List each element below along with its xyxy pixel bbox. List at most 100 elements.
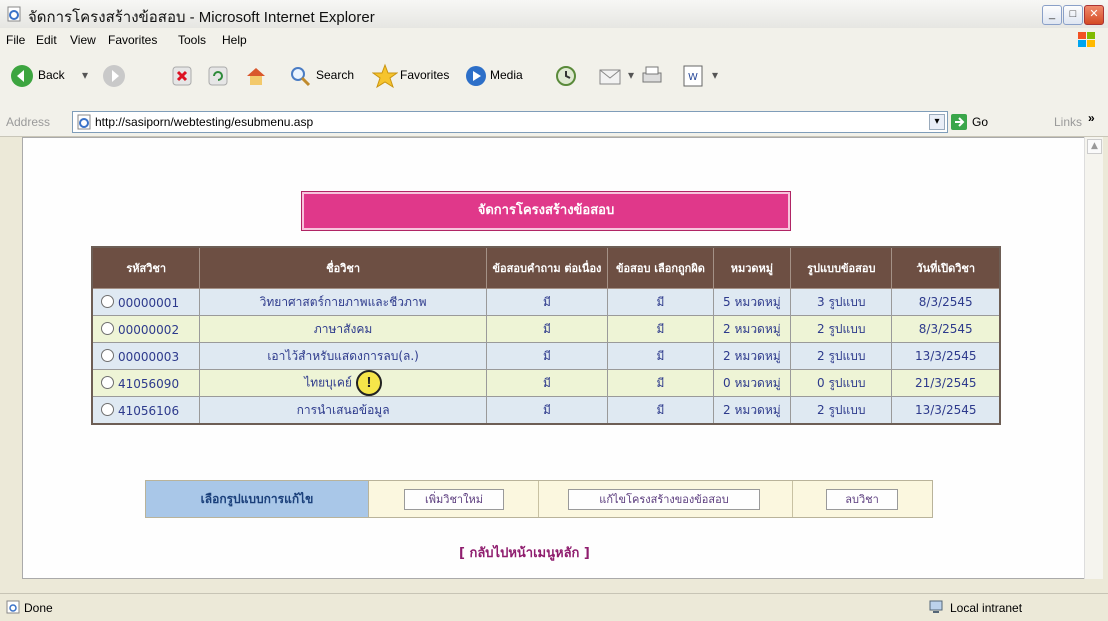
- code-cell[interactable]: 00000002: [91, 315, 201, 343]
- address-input[interactable]: http://sasiporn/webtesting/esubmenu.asp …: [72, 111, 948, 133]
- go-arrow-icon[interactable]: [950, 113, 968, 131]
- category-cell: 2 หมวดหมู่: [712, 342, 792, 370]
- code-value: 00000003: [118, 349, 180, 364]
- address-url: http://sasiporn/webtesting/esubmenu.asp: [95, 115, 314, 129]
- subject-table: รหัสวิชา ชื่อวิชา ข้อสอบคำถาม ต่อเนื่อง …: [91, 246, 1001, 425]
- format-cell: 0 รูปแบบ: [790, 369, 893, 397]
- continuous-cell: มี: [485, 342, 609, 370]
- go-button[interactable]: Go: [972, 115, 988, 129]
- back-dropdown-icon[interactable]: ▾: [82, 68, 88, 82]
- category-cell: 0 หมวดหมู่: [712, 369, 792, 397]
- code-value: 41056090: [118, 376, 180, 391]
- add-cell: เพิ่มวิชาใหม่: [368, 481, 539, 517]
- table-row[interactable]: 41056106 การนำเสนอข้อมูล มี มี 2 หมวดหมู…: [91, 396, 1001, 425]
- window-title: จัดการโครงสร้างข้อสอบ - Microsoft Intern…: [28, 9, 375, 26]
- back-icon[interactable]: [10, 64, 34, 88]
- row-radio[interactable]: [101, 321, 114, 335]
- done-page-icon: [6, 600, 20, 614]
- name-cell: ไทยบุเคย์!: [199, 369, 487, 397]
- row-radio[interactable]: [101, 402, 114, 416]
- row-radio[interactable]: [101, 375, 114, 389]
- edit-word-icon[interactable]: W: [682, 64, 704, 88]
- action-panel: เลือกรูปแบบการแก้ไข เพิ่มวิชาใหม่ แก้ไขโ…: [145, 480, 933, 518]
- continuous-cell: มี: [485, 315, 609, 343]
- favorites-button[interactable]: Favorites: [400, 68, 449, 82]
- history-icon[interactable]: [554, 64, 578, 88]
- truefalse-cell: มี: [607, 396, 714, 425]
- truefalse-cell: มี: [607, 288, 714, 316]
- table-row[interactable]: 00000001 วิทยาศาสตร์กายภาพและชีวภาพ มี ม…: [91, 288, 1001, 316]
- mail-dropdown-icon[interactable]: ▾: [628, 68, 634, 82]
- code-cell[interactable]: 00000001: [91, 288, 201, 316]
- name-value: ไทยบุเคย์: [304, 375, 352, 390]
- back-to-menu-link[interactable]: [ กลับไปหน้าเมนูหลัก ]: [459, 542, 590, 563]
- menu-edit[interactable]: Edit: [36, 33, 57, 47]
- address-dropdown-icon[interactable]: ▾: [929, 114, 945, 130]
- menu-bar: File Edit View Favorites Tools Help: [0, 28, 1108, 53]
- format-cell: 2 รูปแบบ: [790, 315, 893, 343]
- refresh-icon[interactable]: [208, 66, 228, 86]
- name-cell: เอาไว้สำหรับแสดงการลบ(ล.): [199, 342, 487, 370]
- open-date-cell: 21/3/2545: [891, 369, 1001, 397]
- vertical-scrollbar[interactable]: ▲: [1084, 137, 1103, 579]
- format-cell: 3 รูปแบบ: [790, 288, 893, 316]
- code-value: 00000001: [118, 295, 180, 310]
- category-cell: 2 หมวดหมู่: [712, 396, 792, 425]
- home-icon[interactable]: [244, 64, 268, 88]
- search-button[interactable]: Search: [316, 68, 354, 82]
- name-cell: วิทยาศาสตร์กายภาพและชีวภาพ: [199, 288, 487, 316]
- menu-file[interactable]: File: [6, 33, 25, 47]
- media-icon[interactable]: [464, 64, 488, 88]
- links-chevron-icon[interactable]: »: [1088, 111, 1095, 125]
- edit-cell: แก้ไขโครงสร้างของข้อสอบ: [538, 481, 793, 517]
- stop-icon[interactable]: [172, 66, 192, 86]
- forward-icon[interactable]: [102, 64, 126, 88]
- continuous-cell: มี: [485, 396, 609, 425]
- back-button[interactable]: Back: [38, 68, 65, 82]
- col-category-header: หมวดหมู่: [712, 246, 792, 289]
- add-subject-button[interactable]: เพิ่มวิชาใหม่: [404, 489, 504, 510]
- code-cell[interactable]: 41056106: [91, 396, 201, 425]
- open-date-cell: 13/3/2545: [891, 396, 1001, 425]
- action-label: เลือกรูปแบบการแก้ไข: [146, 481, 369, 517]
- code-cell[interactable]: 41056090: [91, 369, 201, 397]
- menu-tools[interactable]: Tools: [178, 33, 206, 47]
- scroll-up-icon[interactable]: ▲: [1087, 139, 1102, 154]
- truefalse-cell: มี: [607, 369, 714, 397]
- edit-dropdown-icon[interactable]: ▾: [712, 68, 718, 82]
- row-radio[interactable]: [101, 348, 114, 362]
- title-bar: จัดการโครงสร้างข้อสอบ - Microsoft Intern…: [0, 0, 1108, 29]
- open-date-cell: 13/3/2545: [891, 342, 1001, 370]
- zone-label: Local intranet: [950, 601, 1023, 615]
- col-continuous-header: ข้อสอบคำถาม ต่อเนื่อง: [485, 246, 609, 289]
- media-button[interactable]: Media: [490, 68, 523, 82]
- format-cell: 2 รูปแบบ: [790, 396, 893, 425]
- print-icon[interactable]: [640, 64, 664, 88]
- col-truefalse-header: ข้อสอบ เลือกถูกผิด: [607, 246, 714, 289]
- name-cell: ภาษาสังคม: [199, 315, 487, 343]
- col-format-header: รูปแบบข้อสอบ: [790, 246, 893, 289]
- menu-view[interactable]: View: [70, 33, 96, 47]
- code-value: 00000002: [118, 322, 180, 337]
- row-radio[interactable]: [101, 294, 114, 308]
- code-cell[interactable]: 00000003: [91, 342, 201, 370]
- table-row[interactable]: 00000002 ภาษาสังคม มี มี 2 หมวดหมู่ 2 รู…: [91, 315, 1001, 343]
- maximize-button[interactable]: □: [1063, 5, 1083, 25]
- menu-help[interactable]: Help: [222, 33, 247, 47]
- mail-icon[interactable]: [598, 64, 624, 88]
- table-row[interactable]: 00000003 เอาไว้สำหรับแสดงการลบ(ล.) มี มี…: [91, 342, 1001, 370]
- close-button[interactable]: ✕: [1084, 5, 1104, 25]
- minimize-button[interactable]: _: [1042, 5, 1062, 25]
- edit-structure-button[interactable]: แก้ไขโครงสร้างของข้อสอบ: [568, 489, 760, 510]
- svg-text:W: W: [688, 72, 698, 83]
- search-icon[interactable]: [288, 64, 312, 88]
- table-header-row: รหัสวิชา ชื่อวิชา ข้อสอบคำถาม ต่อเนื่อง …: [91, 246, 1001, 289]
- links-button[interactable]: Links: [1054, 115, 1082, 129]
- table-row[interactable]: 41056090 ไทยบุเคย์! มี มี 0 หมวดหมู่ 0 ร…: [91, 369, 1001, 397]
- toolbar: Back ▾ Search Favorites Media ▾ W ▾: [0, 52, 1108, 109]
- truefalse-cell: มี: [607, 315, 714, 343]
- delete-subject-button[interactable]: ลบวิชา: [826, 489, 898, 510]
- menu-favorites[interactable]: Favorites: [108, 33, 157, 47]
- favorites-star-icon[interactable]: [372, 63, 398, 89]
- col-code-header: รหัสวิชา: [91, 246, 201, 289]
